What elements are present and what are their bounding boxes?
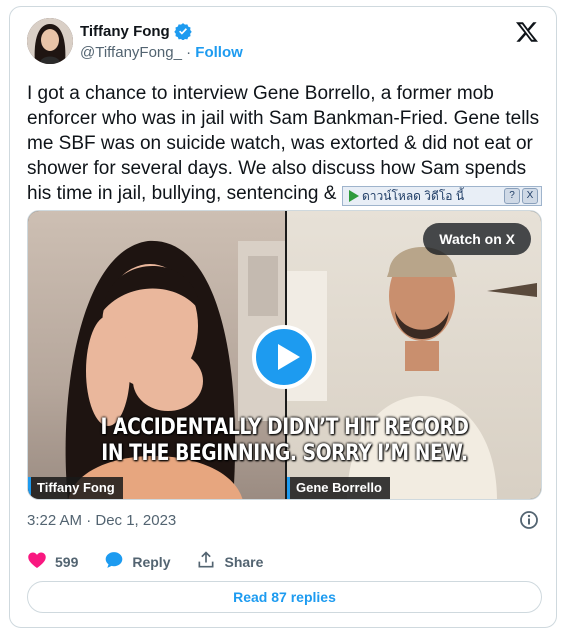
play-button[interactable]: [252, 325, 316, 389]
author-handle[interactable]: @TiffanyFong_: [80, 44, 182, 61]
read-replies-button[interactable]: Read 87 replies: [27, 581, 542, 613]
author-name-text[interactable]: Tiffany Fong: [80, 23, 170, 40]
share-button[interactable]: Share: [196, 550, 263, 573]
reply-button[interactable]: Reply: [104, 550, 170, 573]
tweet-timestamp[interactable]: 3:22 AM · Dec 1, 2023: [27, 512, 176, 529]
download-video-label[interactable]: ดาวน์โหลด วิดีโอ นี้: [362, 187, 464, 206]
play-icon: [278, 344, 300, 370]
tweet-card: Tiffany Fong @TiffanyFong_ · Follow I go…: [9, 6, 557, 628]
like-button[interactable]: 599: [27, 550, 78, 573]
overlay-help-button[interactable]: ?: [504, 188, 520, 204]
watch-on-x-button[interactable]: Watch on X: [423, 223, 531, 255]
share-label: Share: [224, 553, 264, 570]
right-name-tag: Gene Borrello: [287, 477, 390, 499]
reply-label: Reply: [132, 553, 171, 570]
share-icon: [196, 550, 216, 573]
handle-row: @TiffanyFong_ · Follow: [80, 44, 243, 61]
author-name[interactable]: Tiffany Fong: [80, 22, 192, 41]
caption-line-1: I ACCIDENTALLY DIDN’T HIT RECORD: [100, 415, 469, 440]
handle-separator: ·: [181, 44, 196, 61]
caption-line-2: IN THE BEGINNING. SORRY I’M NEW.: [101, 441, 468, 466]
avatar[interactable]: [27, 18, 73, 64]
like-count: 599: [55, 553, 79, 570]
video-caption: I ACCIDENTALLY DIDN’T HIT RECORD IN THE …: [66, 415, 502, 467]
verified-badge-icon: [174, 22, 192, 41]
download-play-icon: [349, 190, 359, 202]
x-logo-icon[interactable]: [515, 20, 539, 44]
action-bar: 599 Reply Share: [27, 550, 289, 573]
video-player[interactable]: Watch on X I ACCIDENTALLY DIDN’T HIT REC…: [27, 210, 542, 500]
info-icon[interactable]: [519, 510, 539, 530]
follow-button[interactable]: Follow: [195, 44, 243, 61]
left-name-tag: Tiffany Fong: [28, 477, 123, 499]
reply-bubble-icon: [104, 550, 124, 573]
download-video-overlay[interactable]: ดาวน์โหลด วิดีโอ นี้ ? X: [342, 186, 542, 206]
overlay-close-button[interactable]: X: [522, 188, 538, 204]
heart-icon: [27, 550, 47, 573]
